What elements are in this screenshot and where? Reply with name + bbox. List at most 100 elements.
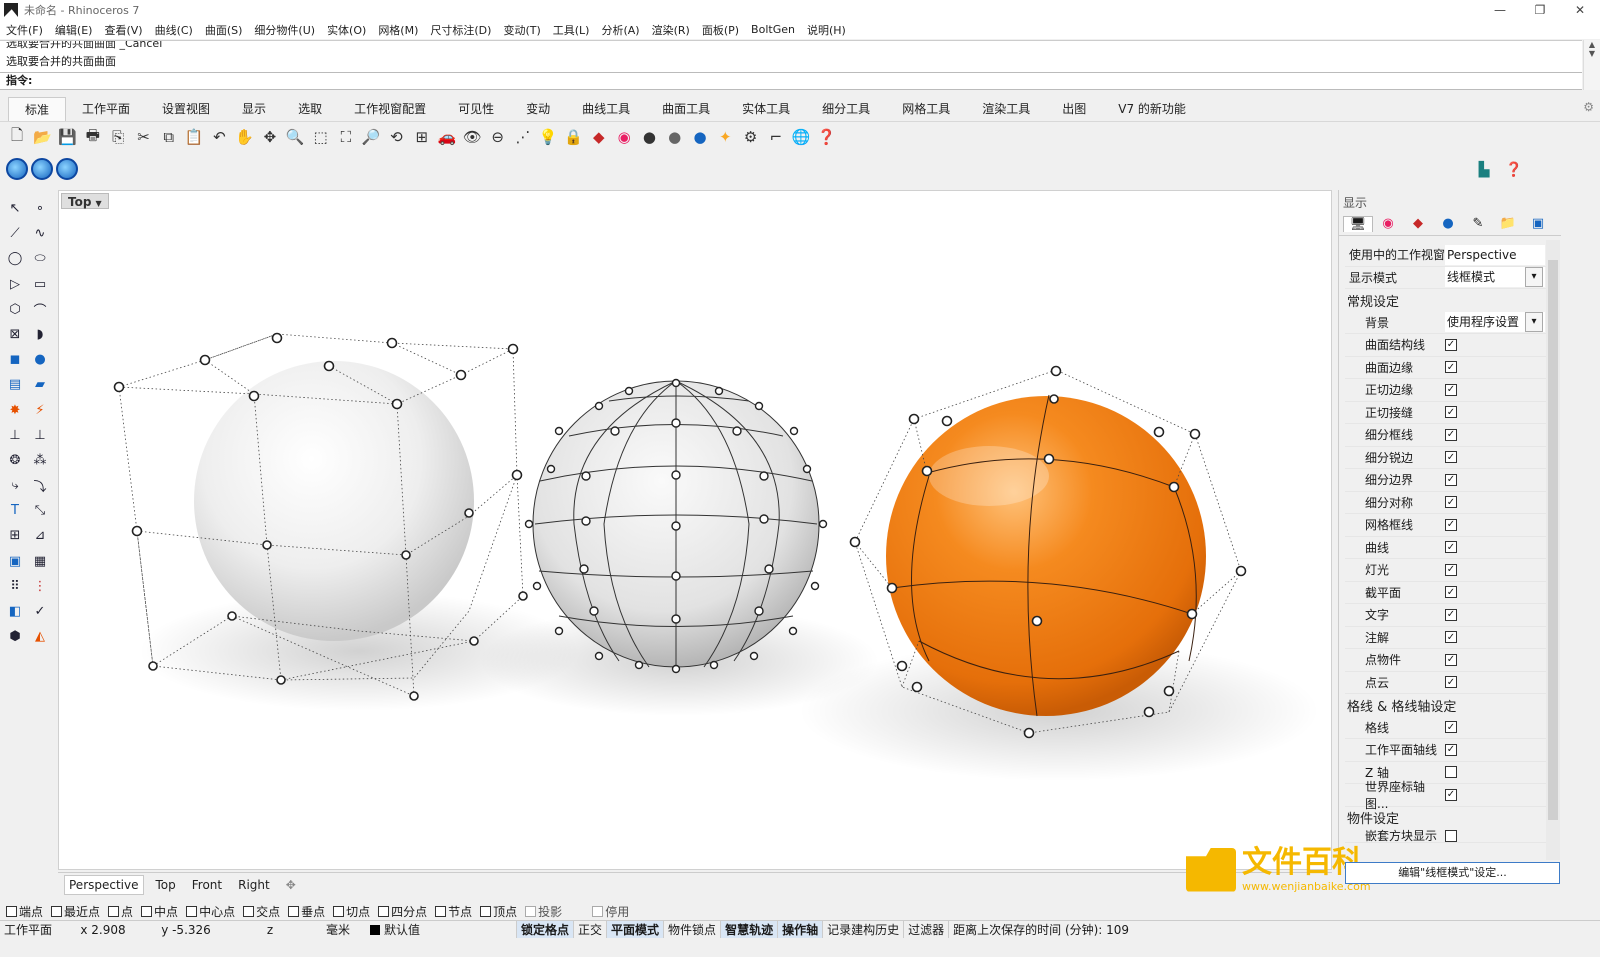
property-checkbox[interactable] <box>1445 766 1457 779</box>
menu-panels[interactable]: 面板(P) <box>702 22 739 38</box>
tab-front[interactable]: Front <box>188 876 226 894</box>
grid-snap-button[interactable]: 锁定格点 <box>516 921 574 938</box>
select-points-icon[interactable]: ⋰ <box>512 126 534 148</box>
osnap-checkbox[interactable] <box>378 905 390 917</box>
panel-scrollbar[interactable] <box>1546 240 1560 860</box>
scrollbar-thumb[interactable] <box>1548 260 1558 820</box>
osnap-option[interactable]: 投影 <box>525 903 562 920</box>
menu-help[interactable]: 说明(H) <box>807 22 846 38</box>
scroll-up-icon[interactable]: ▲ <box>1584 40 1600 49</box>
minimize-button[interactable]: — <box>1480 0 1520 20</box>
menu-dimension[interactable]: 尺寸标注(D) <box>430 22 491 38</box>
revolve-icon[interactable]: ◗ <box>29 324 51 345</box>
property-checkbox[interactable]: ✓ <box>1445 428 1457 441</box>
property-checkbox[interactable]: ✓ <box>1445 451 1457 464</box>
group-icon[interactable]: ⁂ <box>29 450 51 471</box>
property-checkbox[interactable]: ✓ <box>1445 721 1457 734</box>
osnap-option[interactable]: 交点 <box>243 903 280 920</box>
shaded-sphere-icon[interactable]: ● <box>638 126 660 148</box>
tab-display[interactable]: 显示 <box>226 97 282 121</box>
mesh-icon[interactable]: ⬢ <box>4 626 26 647</box>
menu-solid[interactable]: 实体(O) <box>327 22 366 38</box>
tab-right[interactable]: Right <box>234 876 274 894</box>
add-viewport-tab-icon[interactable]: ✥ <box>282 876 300 894</box>
osnap-option[interactable]: 停用 <box>592 903 629 920</box>
array-icon[interactable]: ⊞ <box>4 525 26 546</box>
points-grid-icon[interactable]: ⠿ <box>4 576 26 597</box>
menu-mesh[interactable]: 网格(M) <box>378 22 418 38</box>
cplane-icon[interactable]: ⊖ <box>487 126 509 148</box>
trim-icon[interactable]: ⊥ <box>4 425 26 446</box>
osnap-option[interactable]: 最近点 <box>51 903 100 920</box>
box-icon[interactable]: ◼ <box>4 349 26 370</box>
surface-points-icon[interactable]: ⊠ <box>4 324 26 345</box>
property-checkbox[interactable]: ✓ <box>1445 631 1457 644</box>
new-file-icon[interactable]: 🗋 <box>6 126 28 148</box>
property-checkbox[interactable]: ✓ <box>1445 496 1457 509</box>
tab-subd-tools[interactable]: 细分工具 <box>806 97 886 121</box>
dimension-tool-icon[interactable]: ⊿ <box>29 525 51 546</box>
menu-render[interactable]: 渲染(R) <box>652 22 690 38</box>
menu-surface[interactable]: 曲面(S) <box>205 22 243 38</box>
chevron-down-icon[interactable]: ▼ <box>95 199 101 208</box>
background-dropdown[interactable]: 使用程序设置 <box>1445 312 1545 333</box>
render-settings-tab-icon[interactable]: ▣ <box>1523 216 1553 231</box>
zoom-window-icon[interactable]: ⬚ <box>310 126 332 148</box>
cplane-label[interactable]: 工作平面 <box>0 921 64 938</box>
record-history-button[interactable]: 记录建构历史 <box>822 921 903 938</box>
command-scrollbar[interactable]: ▲ ▼ <box>1583 40 1600 90</box>
osnap-checkbox[interactable] <box>333 905 345 917</box>
osnap-checkbox[interactable] <box>243 905 255 917</box>
folder-tab-icon[interactable]: 📁 <box>1493 216 1523 231</box>
arc-icon[interactable]: ⌒ <box>29 299 51 320</box>
tab-transform[interactable]: 变动 <box>510 97 566 121</box>
tab-curve-tools[interactable]: 曲线工具 <box>566 97 646 121</box>
menu-curve[interactable]: 曲线(C) <box>155 22 193 38</box>
boolean-icon[interactable]: ⚡ <box>29 400 51 421</box>
help-icon[interactable]: ❓ <box>816 126 838 148</box>
textures-tab-icon[interactable]: ✎ <box>1463 216 1493 231</box>
undo-icon[interactable]: ↶ <box>208 126 230 148</box>
undo-view-icon[interactable]: ⟲ <box>385 126 407 148</box>
paste-icon[interactable]: 📋 <box>183 126 205 148</box>
property-checkbox[interactable]: ✓ <box>1445 383 1457 396</box>
color-wheel-icon[interactable]: ◉ <box>613 126 635 148</box>
osnap-option[interactable]: 端点 <box>6 903 43 920</box>
tab-viewport-layout[interactable]: 工作视窗配置 <box>338 97 442 121</box>
plane-icon[interactable]: ▰ <box>29 374 51 395</box>
osnap-button[interactable]: 物件锁点 <box>663 921 720 938</box>
block-icon[interactable]: ▣ <box>4 551 26 572</box>
lock-icon[interactable]: 🔒 <box>563 126 585 148</box>
osnap-settings-icon[interactable] <box>56 158 78 180</box>
print-icon[interactable]: 🖶 <box>82 126 104 148</box>
property-checkbox[interactable]: ✓ <box>1445 676 1457 689</box>
light-icon[interactable]: 💡 <box>537 126 559 148</box>
zoom-icon[interactable]: 🔍 <box>284 126 306 148</box>
extrude-icon[interactable]: ▤ <box>4 374 26 395</box>
menu-tools[interactable]: 工具(L) <box>553 22 590 38</box>
property-checkbox[interactable]: ✓ <box>1445 338 1457 351</box>
point-icon[interactable]: ∘ <box>29 198 51 219</box>
gumball-button[interactable]: 操作轴 <box>777 921 823 938</box>
analyze-icon[interactable]: ◧ <box>4 601 26 622</box>
menu-edit[interactable]: 编辑(E) <box>55 22 93 38</box>
scale-icon[interactable]: ⤡ <box>29 500 51 521</box>
rendered-sphere-icon[interactable]: ● <box>664 126 686 148</box>
tab-mesh-tools[interactable]: 网格工具 <box>886 97 966 121</box>
property-checkbox[interactable]: ✓ <box>1445 518 1457 531</box>
osnap-checkbox[interactable] <box>480 905 492 917</box>
cut-icon[interactable]: ✂ <box>132 126 154 148</box>
tab-drafting[interactable]: 出图 <box>1046 97 1102 121</box>
tab-surface-tools[interactable]: 曲面工具 <box>646 97 726 121</box>
help-icon[interactable]: ❓ <box>1504 160 1524 180</box>
osnap-option[interactable]: 四分点 <box>378 903 427 920</box>
display-tab-icon[interactable]: 🖥 <box>1343 215 1373 232</box>
restore-button[interactable]: ❐ <box>1520 0 1560 20</box>
osnap-option[interactable]: 点 <box>108 903 133 920</box>
current-layer[interactable]: 默认值 <box>366 921 516 938</box>
property-checkbox[interactable]: ✓ <box>1445 653 1457 666</box>
control-points-icon[interactable]: ⋮ <box>29 576 51 597</box>
property-checkbox[interactable] <box>1445 829 1457 842</box>
property-checkbox[interactable]: ✓ <box>1445 406 1457 419</box>
property-checkbox[interactable]: ✓ <box>1445 788 1457 801</box>
